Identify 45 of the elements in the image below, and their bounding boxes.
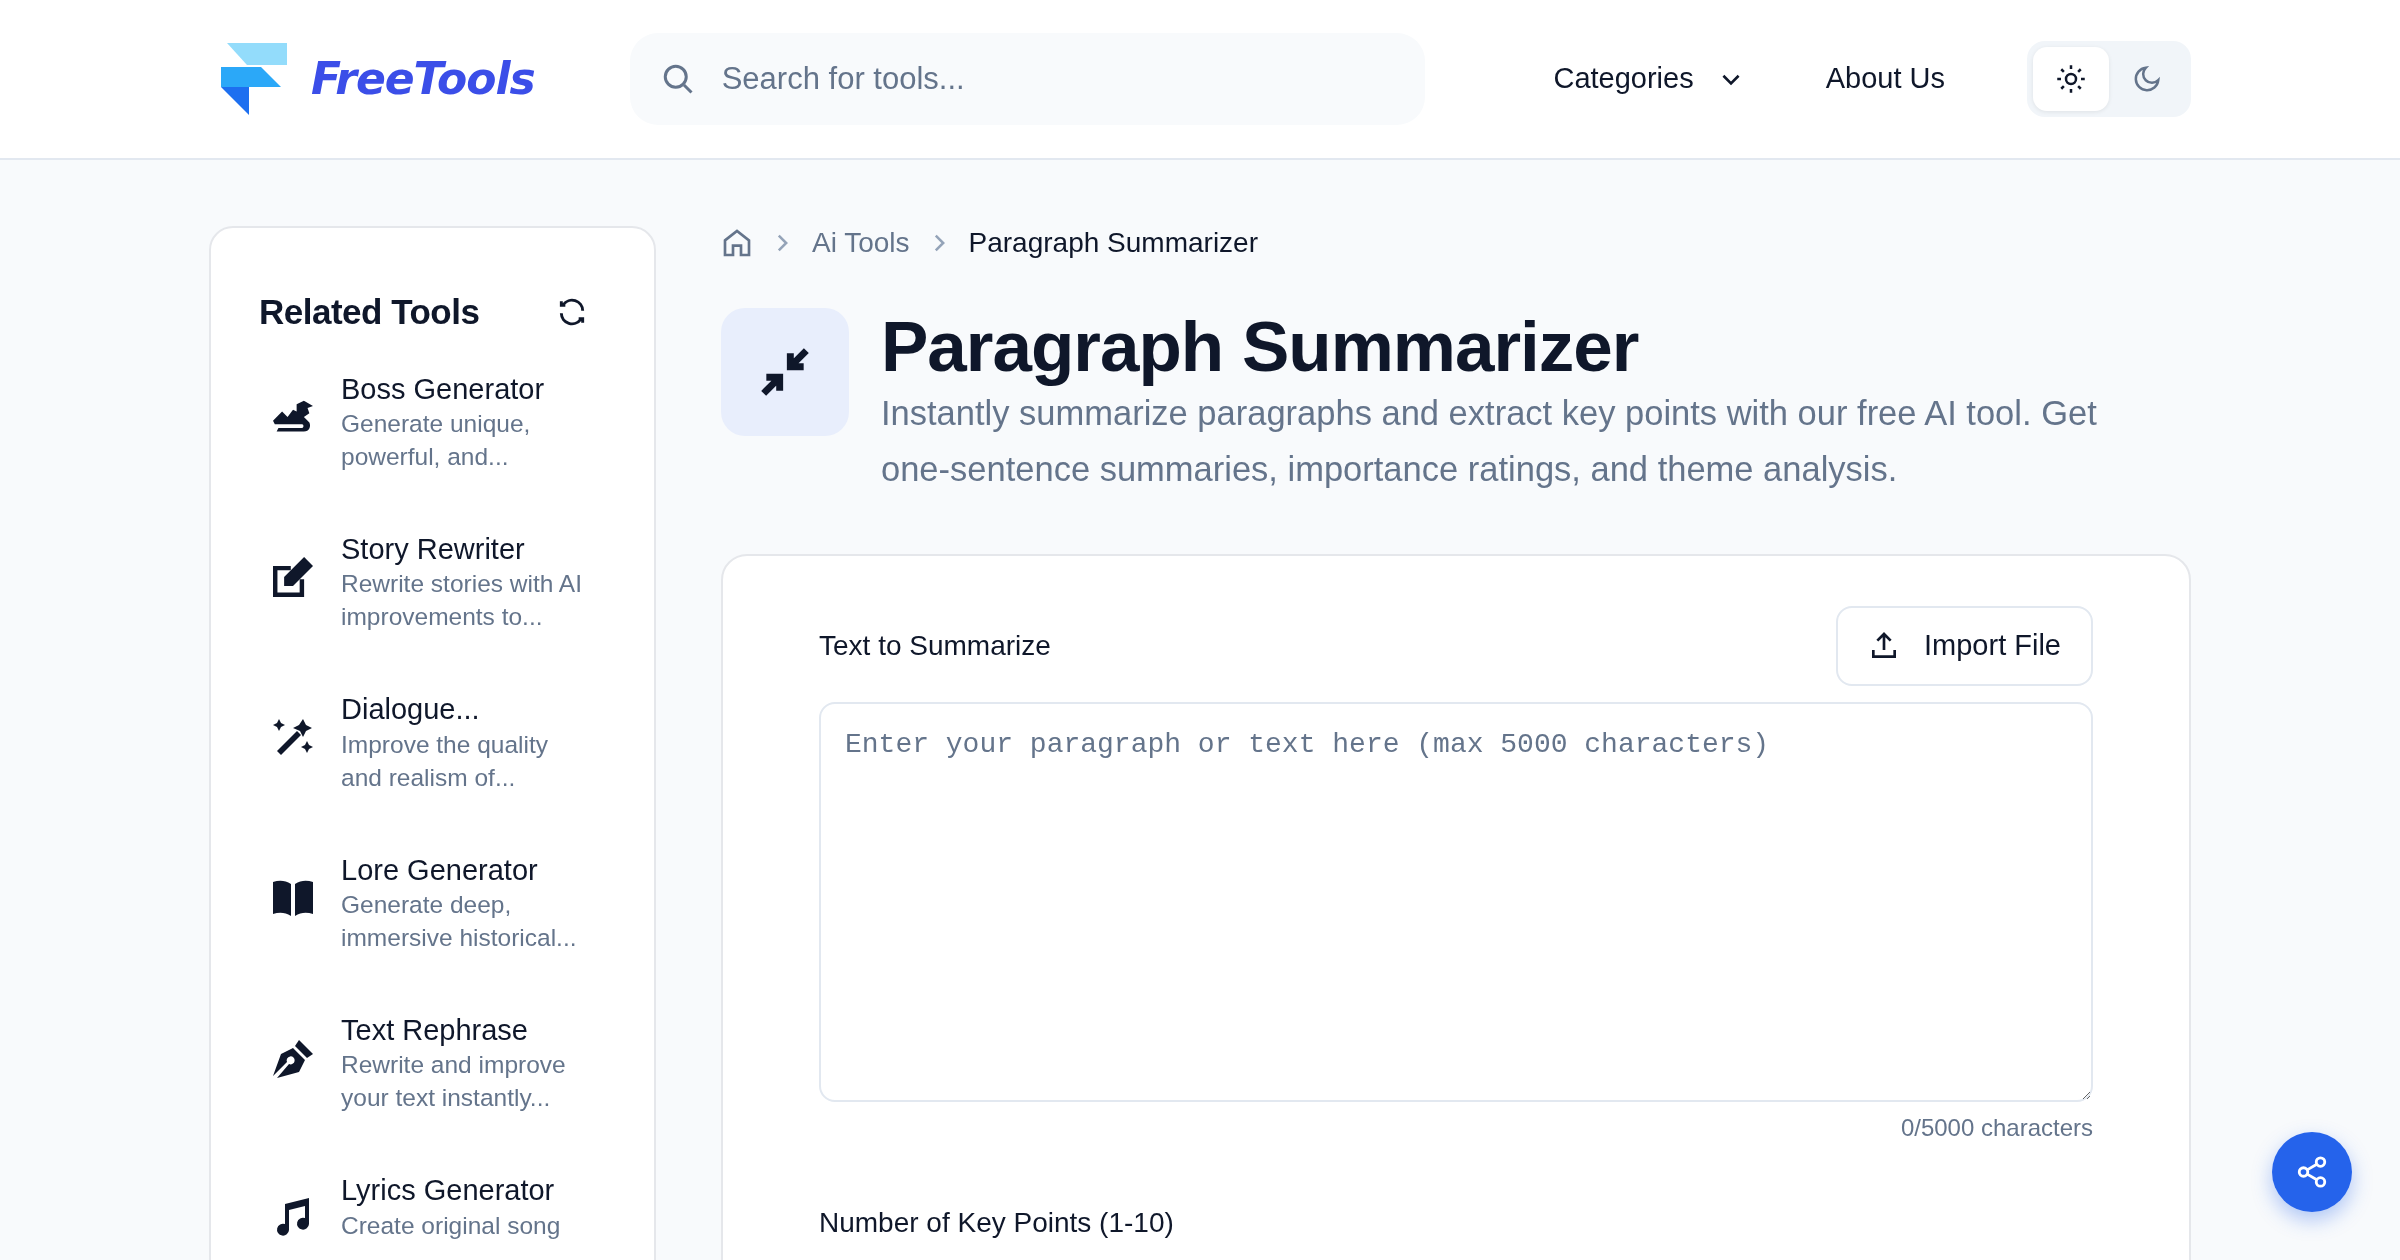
tool-name: Story Rewriter	[341, 531, 526, 567]
breadcrumb-link[interactable]: Ai Tools	[812, 222, 910, 264]
sun-icon	[2056, 64, 2086, 94]
tool-name: Text Rephrase	[341, 1013, 529, 1048]
theme-button[interactable]	[2033, 47, 2109, 111]
pen-nib-icon	[273, 1038, 313, 1078]
character-counter: 0/5000 characters	[1899, 1112, 2093, 1143]
import-file-button[interactable]: Import File	[1836, 605, 2093, 686]
page-title: Paragraph Summarizer	[881, 308, 1640, 387]
share-button[interactable]	[2272, 1132, 2352, 1212]
home-icon[interactable]	[721, 227, 753, 259]
tool-item[interactable]: Dialogue... Improve the quality and realism of...	[259, 691, 583, 794]
moon-icon	[2132, 64, 2162, 94]
tool-description: Rewrite stories with AI improvements to...	[341, 569, 583, 633]
tool-item[interactable]: Lyrics Generator Create original song	[259, 1172, 583, 1242]
tool-item[interactable]: Story Rewriter Rewrite stories with AI improvements to...	[259, 530, 583, 634]
sidebar-title: Related Tools	[259, 291, 480, 333]
tool-description: Generate unique, powerful, and...	[341, 408, 532, 472]
search-input[interactable]: Search for tools...	[719, 54, 1395, 104]
magic-wand-icon	[273, 717, 313, 758]
tool-description: Generate deep, immersive historical...	[341, 889, 578, 953]
text-input-area[interactable]: Enter your paragraph or text here (max 5000 characters)	[819, 701, 2093, 1102]
breadcrumb-current: Paragraph Summarizer	[968, 226, 1258, 260]
tool-description: Improve the quality and realism of...	[341, 729, 549, 793]
field-label: Number of Key Points (1-10)	[819, 1205, 1175, 1240]
page-description: Instantly summarize paragraphs and extract key points with our free AI tool. Get one-sentence summaries, importance ratings, and theme analysis.	[881, 393, 2098, 490]
tool-name: Boss Generator	[341, 371, 546, 407]
tool-description: Rewrite and improve your text instantly...	[341, 1050, 567, 1114]
nav-link[interactable]: About Us	[1825, 57, 1945, 101]
tool-name: Lore Generator	[341, 852, 539, 888]
tool-description: Create original song	[341, 1210, 562, 1241]
tool-item[interactable]: Lore Generator Generate deep, immersive historical...	[259, 851, 583, 954]
logo-icon	[221, 43, 287, 115]
tool-name: Lyrics Generator	[341, 1173, 556, 1209]
tool-item[interactable]: Text Rephrase Rewrite and improve your text instantly...	[259, 1012, 583, 1115]
search-field[interactable]: Search for tools...	[629, 33, 1425, 125]
chevron-right-icon	[933, 234, 945, 252]
tool-name: Dialogue...	[341, 692, 481, 728]
chevron-right-icon	[777, 234, 788, 252]
edit-icon	[273, 556, 313, 597]
share-icon	[2295, 1155, 2329, 1189]
field-label: Text to Summarize	[819, 628, 1051, 663]
logo-link[interactable]: FreeTools	[221, 43, 535, 115]
categories-dropdown[interactable]: Categories	[1553, 57, 1744, 101]
tool-item[interactable]: Boss Generator Generate unique, powerful, and...	[259, 370, 583, 473]
